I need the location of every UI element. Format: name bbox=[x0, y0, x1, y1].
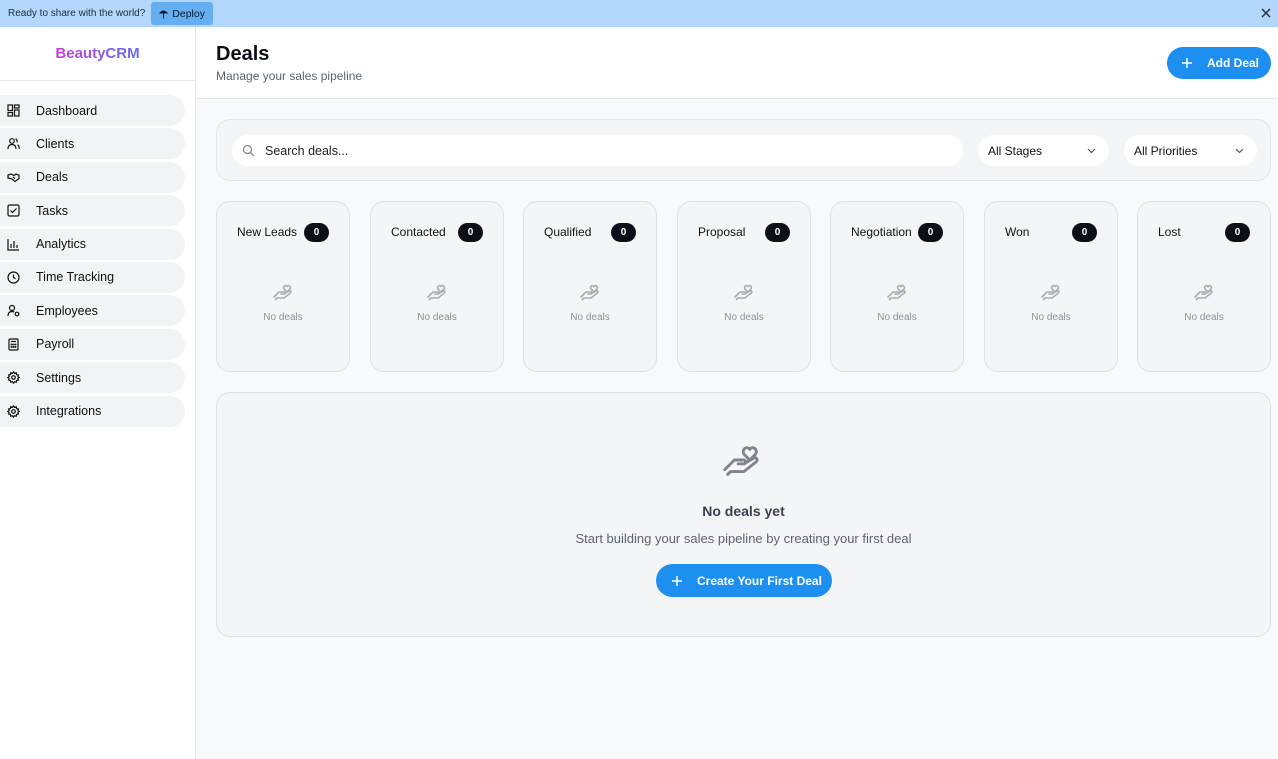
sidebar-item-label: Tasks bbox=[36, 203, 68, 218]
sidebar-item-clients[interactable]: Clients bbox=[0, 128, 185, 160]
sidebar-item-deals[interactable]: Deals bbox=[0, 161, 185, 193]
sidebar-item-tasks[interactable]: Tasks bbox=[0, 195, 185, 227]
banner-text: Ready to share with the world? bbox=[8, 8, 146, 19]
stage-column-new-leads: New Leads 0 No deals bbox=[216, 201, 350, 372]
page-subtitle: Manage your sales pipeline bbox=[216, 69, 363, 83]
stage-name: Lost bbox=[1158, 225, 1181, 239]
stage-name: Negotiation bbox=[851, 225, 912, 239]
page-title: Deals bbox=[216, 43, 270, 65]
stage-name: Qualified bbox=[544, 225, 592, 239]
stage-column-proposal: Proposal 0 No deals bbox=[677, 201, 811, 372]
stage-filter-select[interactable]: All Stages bbox=[978, 135, 1109, 166]
stage-count-badge: 0 bbox=[304, 223, 329, 242]
handshake-heart-icon bbox=[1194, 284, 1213, 301]
add-deal-button[interactable]: Add Deal bbox=[1167, 47, 1271, 79]
stage-empty-text: No deals bbox=[877, 312, 917, 323]
plus-icon bbox=[672, 575, 682, 586]
sidebar-item-label: Analytics bbox=[36, 237, 87, 252]
search-field[interactable] bbox=[232, 135, 963, 166]
sidebar-item-label: Employees bbox=[36, 303, 98, 318]
dashboard-grid-icon bbox=[7, 104, 20, 117]
app-name: BeautyCRM bbox=[55, 45, 140, 62]
stage-column-negotiation: Negotiation 0 No deals bbox=[830, 201, 964, 372]
users-icon bbox=[7, 138, 20, 150]
sidebar-item-employees[interactable]: Employees bbox=[0, 295, 185, 327]
deploy-button[interactable]: Deploy bbox=[151, 2, 213, 25]
gear-icon bbox=[7, 371, 20, 385]
sidebar-item-dashboard[interactable]: Dashboard bbox=[0, 95, 185, 126]
sidebar-item-integrations[interactable]: Integrations bbox=[0, 395, 185, 427]
sidebar-nav: Dashboard Clients Deals Tasks Analytics … bbox=[0, 81, 195, 427]
stage-count-badge: 0 bbox=[1072, 223, 1097, 242]
stage-column-qualified: Qualified 0 No deals bbox=[523, 201, 657, 372]
close-icon[interactable] bbox=[1258, 5, 1274, 21]
handshake-heart-icon bbox=[734, 284, 753, 301]
stage-filter-value: All Stages bbox=[988, 143, 1043, 158]
stage-count-badge: 0 bbox=[765, 223, 790, 242]
stage-column-won: Won 0 No deals bbox=[984, 201, 1118, 372]
empty-state-title: No deals yet bbox=[702, 503, 785, 519]
handshake-heart-icon bbox=[273, 284, 292, 301]
stage-empty-text: No deals bbox=[570, 312, 610, 323]
stage-count-badge: 0 bbox=[458, 223, 483, 242]
priority-filter-value: All Priorities bbox=[1134, 143, 1198, 158]
search-icon bbox=[242, 144, 255, 157]
stage-empty-text: No deals bbox=[263, 312, 303, 323]
stage-column-contacted: Contacted 0 No deals bbox=[370, 201, 504, 372]
stage-name: New Leads bbox=[237, 225, 298, 239]
stage-name: Won bbox=[1005, 225, 1030, 239]
stage-name: Contacted bbox=[391, 225, 446, 239]
sidebar-item-label: Integrations bbox=[36, 404, 102, 419]
sidebar-item-label: Clients bbox=[36, 136, 75, 151]
deploy-label: Deploy bbox=[172, 7, 205, 20]
sidebar-item-time-tracking[interactable]: Time Tracking bbox=[0, 261, 185, 293]
handshake-heart-icon bbox=[427, 284, 446, 301]
handshake-icon bbox=[7, 173, 20, 183]
create-first-deal-button[interactable]: Create Your First Deal bbox=[656, 564, 832, 597]
filter-bar: All Stages All Priorities bbox=[216, 119, 1271, 181]
stage-name: Proposal bbox=[698, 225, 746, 239]
sidebar-item-analytics[interactable]: Analytics bbox=[0, 228, 185, 260]
stage-count-badge: 0 bbox=[1225, 223, 1250, 242]
page-header: Deals Manage your sales pipeline Add Dea… bbox=[196, 27, 1278, 99]
stage-empty-text: No deals bbox=[1031, 312, 1071, 323]
empty-state-text: Start building your sales pipeline by cr… bbox=[575, 531, 912, 546]
handshake-heart-icon bbox=[580, 284, 599, 301]
chevron-down-icon bbox=[1087, 148, 1096, 154]
stage-empty-text: No deals bbox=[417, 312, 457, 323]
sidebar-item-label: Payroll bbox=[36, 337, 75, 352]
sidebar-item-label: Time Tracking bbox=[36, 270, 115, 285]
sidebar: BeautyCRM Dashboard Clients Deals Tasks … bbox=[0, 27, 196, 759]
deploy-icon bbox=[159, 10, 169, 18]
stage-empty-text: No deals bbox=[1184, 312, 1224, 323]
bar-chart-icon bbox=[7, 238, 19, 251]
create-first-deal-label: Create Your First Deal bbox=[697, 573, 822, 588]
stage-count-badge: 0 bbox=[611, 223, 636, 242]
stage-empty-text: No deals bbox=[724, 312, 764, 323]
stage-column-lost: Lost 0 No deals bbox=[1137, 201, 1271, 372]
calculator-icon bbox=[8, 338, 19, 351]
priority-filter-select[interactable]: All Priorities bbox=[1124, 135, 1257, 166]
add-deal-label: Add Deal bbox=[1207, 56, 1260, 70]
sidebar-item-label: Deals bbox=[36, 170, 68, 185]
stage-count-badge: 0 bbox=[918, 223, 943, 242]
search-input[interactable] bbox=[265, 143, 945, 158]
user-cog-icon bbox=[7, 305, 20, 317]
app-logo[interactable]: BeautyCRM bbox=[0, 27, 195, 81]
clock-icon bbox=[7, 271, 20, 284]
handshake-heart-icon bbox=[723, 446, 759, 476]
plus-icon bbox=[1182, 58, 1192, 68]
sidebar-item-settings[interactable]: Settings bbox=[0, 362, 185, 394]
sidebar-item-label: Settings bbox=[36, 370, 82, 385]
empty-state-panel: No deals yet Start building your sales p… bbox=[216, 392, 1271, 637]
check-square-icon bbox=[7, 204, 20, 217]
sidebar-item-label: Dashboard bbox=[36, 103, 98, 118]
chevron-down-icon bbox=[1235, 148, 1244, 154]
handshake-heart-icon bbox=[1041, 284, 1060, 301]
sidebar-item-payroll[interactable]: Payroll bbox=[0, 328, 185, 360]
handshake-heart-icon bbox=[887, 284, 906, 301]
gear-icon bbox=[7, 404, 20, 418]
deploy-banner: Ready to share with the world? Deploy bbox=[0, 0, 1278, 27]
